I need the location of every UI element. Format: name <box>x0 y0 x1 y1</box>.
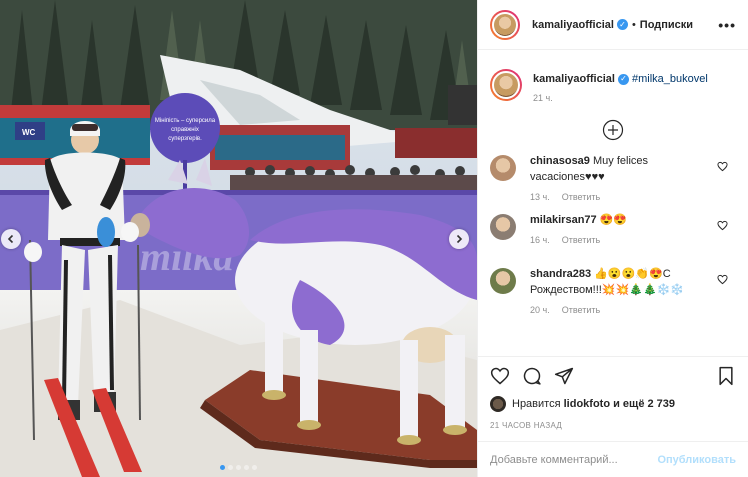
post-header: kamaliyaofficial ✓ • Подписки ••• <box>478 0 748 50</box>
chevron-left-icon <box>7 234 14 244</box>
comment-age: 16 ч. <box>530 235 550 245</box>
header-separator: • <box>631 18 636 31</box>
post-timestamp: 21 ЧАСОВ НАЗАД <box>490 421 563 430</box>
like-comment-heart-icon[interactable] <box>717 274 728 285</box>
post-photo[interactable]: WC milka Мініпість – суперсила справжніх… <box>0 0 477 477</box>
comment-username[interactable]: shandra283 <box>530 268 591 280</box>
share-icon[interactable] <box>554 366 574 386</box>
carousel-next-button[interactable] <box>449 229 469 249</box>
caption-age: 21 ч. <box>533 93 553 103</box>
comment-username[interactable]: milakirsan77 <box>530 214 597 226</box>
comments-list[interactable]: kamaliyaofficial ✓ #milka_bukovel 21 ч. c… <box>478 51 748 356</box>
like-comment-heart-icon[interactable] <box>717 161 728 172</box>
carousel-dot <box>244 465 249 470</box>
instagram-post: WC milka Мініпість – суперсила справжніх… <box>0 0 748 477</box>
sign-line-2: справжніх <box>171 127 199 133</box>
publish-button[interactable]: Опубликовать <box>657 454 736 466</box>
verified-badge-icon: ✓ <box>617 73 629 85</box>
liker-username[interactable]: lidokfoto <box>564 398 610 410</box>
post-caption: kamaliyaofficial ✓ #milka_bukovel 21 ч. <box>490 51 736 103</box>
liker-avatar[interactable] <box>490 396 506 412</box>
caption-hashtag[interactable]: #milka_bukovel <box>632 73 708 85</box>
comment-icon[interactable] <box>522 366 542 386</box>
heart-icon[interactable] <box>490 366 510 386</box>
add-comment-bar: Опубликовать <box>478 441 748 477</box>
comment-age: 13 ч. <box>530 192 550 202</box>
comment-avatar[interactable] <box>490 155 516 181</box>
following-button[interactable]: Подписки <box>640 19 693 31</box>
comment-avatar[interactable] <box>490 268 516 294</box>
carousel-dot <box>252 465 257 470</box>
comment-item: shandra283 👍😮😮👏😍С Рождеством!!!💥💥🎄🎄❄️❄️ 2… <box>490 266 736 315</box>
author-avatar[interactable] <box>490 9 520 40</box>
comment-item: chinasosa9 Muy felices vacaciones♥♥♥ 13 ч… <box>490 153 736 202</box>
verified-badge-icon: ✓ <box>616 19 628 30</box>
reply-button[interactable]: Ответить <box>562 305 600 315</box>
caption-avatar[interactable] <box>490 69 522 101</box>
comment-avatar[interactable] <box>490 214 516 240</box>
likes-summary: Нравится lidokfoto и ещё 2 739 <box>490 395 736 413</box>
comment-age: 20 ч. <box>530 305 550 315</box>
like-comment-heart-icon[interactable] <box>717 220 728 231</box>
carousel-dots <box>0 465 477 470</box>
likes-prefix: Нравится <box>512 398 561 410</box>
sign-line-3: суперзгерів. <box>168 136 202 142</box>
shop-sign-text: WC <box>22 128 36 137</box>
post-actions: Нравится lidokfoto и ещё 2 739 21 ЧАСОВ … <box>478 356 748 430</box>
chevron-right-icon <box>456 234 463 244</box>
comment-text: 😍😍 <box>599 214 628 226</box>
photo-scene: WC milka Мініпість – суперсила справжніх… <box>0 0 477 477</box>
reply-button[interactable]: Ответить <box>562 192 600 202</box>
post-side-panel: kamaliyaofficial ✓ • Подписки ••• kamali… <box>477 0 748 477</box>
plus-circle-icon <box>602 119 624 141</box>
carousel-dot <box>236 465 241 470</box>
bookmark-icon[interactable] <box>716 366 736 386</box>
likes-count[interactable]: и ещё 2 739 <box>613 398 675 410</box>
comment-item: milakirsan77 😍😍 16 ч. Ответить <box>490 212 736 256</box>
carousel-dot <box>220 465 225 470</box>
sign-line-1: Мініпість – суперсила <box>155 118 216 124</box>
load-more-comments[interactable] <box>490 119 736 141</box>
carousel-dot <box>228 465 233 470</box>
caption-username[interactable]: kamaliyaofficial <box>533 73 615 85</box>
more-dots-icon[interactable]: ••• <box>718 17 736 33</box>
author-username[interactable]: kamaliyaofficial <box>532 19 614 31</box>
carousel-prev-button[interactable] <box>1 229 21 249</box>
reply-button[interactable]: Ответить <box>562 235 600 245</box>
comment-username[interactable]: chinasosa9 <box>530 155 590 167</box>
add-comment-input[interactable] <box>490 453 658 466</box>
